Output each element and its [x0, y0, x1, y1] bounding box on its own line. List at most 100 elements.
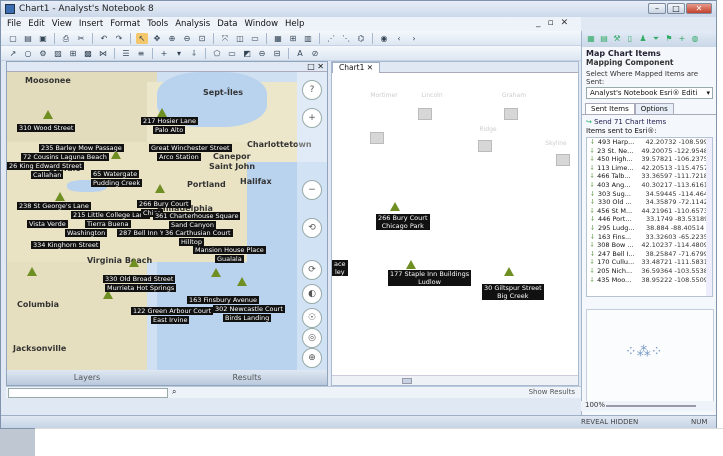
- zoom-out-icon[interactable]: ⊖: [181, 33, 193, 44]
- plus-icon[interactable]: +: [677, 34, 687, 44]
- close-button[interactable]: ✕: [686, 3, 712, 14]
- chart-item-label[interactable]: 177 Staple Inn Buildings Ludlow: [388, 270, 472, 286]
- map-item-label[interactable]: 163 Finsbury Avenue: [187, 296, 260, 304]
- list-icon[interactable]: ≡: [135, 48, 147, 59]
- map-item-label[interactable]: 330 Old Broad Street: [103, 275, 176, 283]
- menu-data[interactable]: Data: [217, 19, 237, 29]
- map-marker-icon[interactable]: [237, 277, 247, 286]
- sent-item-row[interactable]: ⸸ 330 Old ... 34.35879 -72.11423: [587, 198, 712, 207]
- image-icon[interactable]: ▨: [52, 48, 64, 59]
- map-item-label[interactable]: East Irvine: [151, 316, 190, 324]
- add-point-icon[interactable]: ⊕: [302, 348, 322, 368]
- sent-item-row[interactable]: ⸸ 205 Nich... 36.59364 -103.55384: [587, 267, 712, 276]
- faded-entity-icon[interactable]: [478, 140, 492, 152]
- map-item-label[interactable]: 334 Kinghorn Street: [31, 241, 101, 249]
- sent-item-row[interactable]: ⸸ 456 St M... 44.21961 -110.65739: [587, 207, 712, 216]
- zoom-slider[interactable]: [606, 405, 696, 407]
- map-item-label[interactable]: 26 King Edward Street: [7, 162, 84, 170]
- map-item-label[interactable]: Sand Canyon: [169, 221, 217, 229]
- menu-window[interactable]: Window: [245, 19, 279, 29]
- send-items-link[interactable]: ↪ Send 71 Chart Items: [582, 115, 716, 126]
- map-view[interactable]: Moosonee Sept-Îles Charlottetown Canepor…: [7, 72, 327, 372]
- sent-item-row[interactable]: ⸸ 403 Ang... 40.30217 -113.61611: [587, 181, 712, 190]
- menu-format[interactable]: Format: [110, 19, 140, 29]
- rotate-left-icon[interactable]: ⟲: [302, 218, 322, 238]
- rect-icon[interactable]: ▭: [226, 48, 238, 59]
- sent-item-row[interactable]: ⸸ 435 Moo... 38.95222 -108.55095: [587, 276, 712, 285]
- grid-icon[interactable]: ▦: [272, 33, 284, 44]
- sent-item-row[interactable]: ⸸ 303 Sug... 34.59445 -114.4644: [587, 190, 712, 199]
- flag-icon[interactable]: ⚑: [664, 34, 674, 44]
- people-icon[interactable]: ♟: [638, 34, 648, 44]
- globe-icon[interactable]: ◍: [690, 34, 700, 44]
- location-entity-icon[interactable]: [390, 202, 400, 211]
- tab-sent-items[interactable]: Sent Items: [585, 103, 635, 114]
- sent-items-list[interactable]: ⸸ 493 Harp... 42.20732 -108.5998 ⸸ 23 St. Ne…: [586, 137, 713, 297]
- sent-item-row[interactable]: ⸸ 295 Ludg... 38.884 -88.40514: [587, 224, 712, 233]
- settings-icon[interactable]: ⚙: [37, 48, 49, 59]
- map-item-label[interactable]: 72 Cousins Laguna Beach: [21, 153, 109, 161]
- map-item-label[interactable]: Birds Landing: [223, 314, 272, 322]
- menu-analysis[interactable]: Analysis: [175, 19, 210, 29]
- sent-item-row[interactable]: ⸸ 23 St. Ne... 49.20075 -122.95484: [587, 147, 712, 156]
- tools-icon[interactable]: ⚒: [612, 34, 622, 44]
- pointer-icon[interactable]: ↗: [7, 48, 19, 59]
- show-results-button[interactable]: Show Results: [529, 388, 575, 396]
- map-marker-icon[interactable]: [157, 108, 167, 117]
- add-icon[interactable]: +: [158, 48, 170, 59]
- menu-tools[interactable]: Tools: [147, 19, 168, 29]
- redo-icon[interactable]: ↷: [113, 33, 125, 44]
- circle-icon[interactable]: ○: [22, 48, 34, 59]
- undo-icon[interactable]: ↶: [98, 33, 110, 44]
- entity-icon[interactable]: ◫: [234, 33, 246, 44]
- map-marker-icon[interactable]: [211, 268, 221, 277]
- map-item-label[interactable]: Arco Station: [157, 153, 201, 161]
- back-icon[interactable]: ‹: [393, 33, 405, 44]
- target-icon[interactable]: ◎: [302, 328, 322, 348]
- analysis-icon[interactable]: ⌬: [355, 33, 367, 44]
- save-icon[interactable]: ▣: [37, 33, 49, 44]
- map-item-label[interactable]: Tierra Buena: [85, 220, 131, 228]
- faded-entity-icon[interactable]: [556, 154, 570, 166]
- chart-item-label[interactable]: 266 Bury Court Chicago Park: [376, 214, 430, 230]
- font-color-icon[interactable]: A: [294, 48, 306, 59]
- chart-canvas[interactable]: Chart1 ✕ Mortimer Lincoln Ridge Graham S…: [331, 61, 579, 386]
- search-icon[interactable]: ⌕: [172, 387, 176, 397]
- link-icon[interactable]: ⤧: [219, 33, 231, 44]
- sent-item-row[interactable]: ⸸ 170 Cullu... 33.48721 -111.58313: [587, 258, 712, 267]
- scroll-thumb[interactable]: [402, 378, 412, 384]
- connect-icon[interactable]: ⋈: [97, 48, 109, 59]
- doc-close-button[interactable]: ✕: [561, 18, 569, 28]
- zoom-fit-icon[interactable]: ⊡: [196, 33, 208, 44]
- map-marker-icon[interactable]: [129, 258, 139, 267]
- pin-icon[interactable]: ⸸: [188, 48, 200, 59]
- grid-icon[interactable]: ▦: [586, 34, 596, 44]
- zoom-out-button[interactable]: −: [302, 180, 322, 200]
- box-icon[interactable]: ▭: [249, 33, 261, 44]
- map-item-label[interactable]: 215 Little College Lane: [71, 211, 150, 219]
- map-item-label[interactable]: Washington: [65, 229, 108, 237]
- destination-select[interactable]: Analyst's Notebook Esri® Editi ▾: [586, 87, 713, 99]
- map-item-label[interactable]: Murrieta Hot Springs: [105, 284, 177, 292]
- map-item-label[interactable]: 302 Newcastle Court: [213, 305, 285, 313]
- map-item-label[interactable]: 266 Bury Court: [137, 200, 191, 208]
- map-item-label[interactable]: 310 Wood Street: [17, 124, 76, 132]
- select-icon[interactable]: ↖: [136, 32, 148, 44]
- fill-icon[interactable]: ◩: [241, 48, 253, 59]
- map-close-icon[interactable]: □ ✕: [307, 62, 324, 71]
- lines-icon[interactable]: ☰: [120, 48, 132, 59]
- pan-icon[interactable]: ✥: [151, 33, 163, 44]
- map-item-label[interactable]: Great Winchester Street: [149, 144, 232, 152]
- map-item-label[interactable]: Vista Verde: [27, 220, 68, 228]
- cut-icon[interactable]: ✂: [75, 33, 87, 44]
- maximize-button[interactable]: □: [667, 3, 685, 14]
- find-input[interactable]: [8, 388, 168, 398]
- map-item-label[interactable]: 217 Hosier Lane: [141, 117, 198, 125]
- map-item-label[interactable]: 65 Watergate: [91, 170, 140, 178]
- rotate-right-icon[interactable]: ⟳: [302, 260, 322, 280]
- menu-insert[interactable]: Insert: [79, 19, 103, 29]
- view-icon[interactable]: ◉: [378, 33, 390, 44]
- sent-item-row[interactable]: ⸸ 308 Bow ... 42.10237 -114.48094: [587, 241, 712, 250]
- zoom-in-button[interactable]: +: [302, 108, 322, 128]
- map-item-label[interactable]: Pudding Creek: [91, 179, 143, 187]
